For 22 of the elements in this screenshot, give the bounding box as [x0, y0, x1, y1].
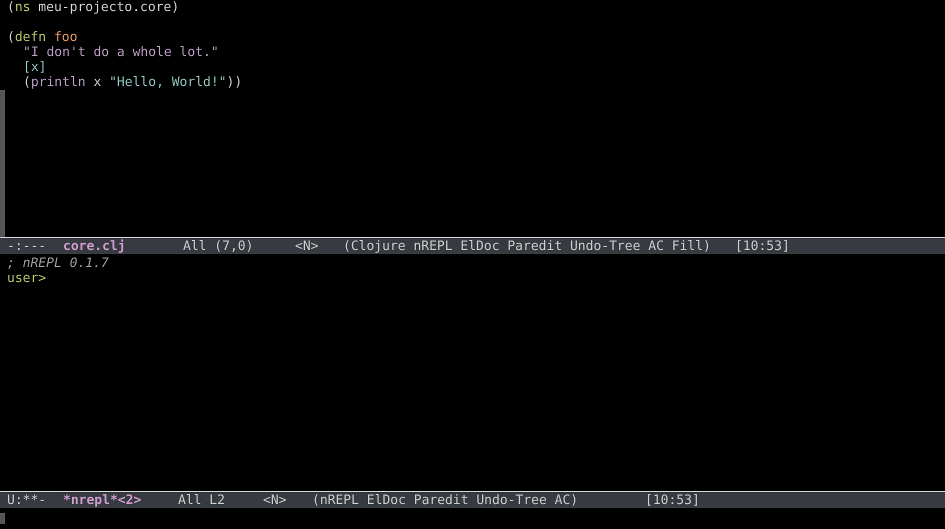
- repl-buffer[interactable]: ; nREPL 0.1.7 user>: [0, 254, 945, 491]
- code-line: (ns meu-projecto.core): [7, 0, 180, 15]
- repl-comment: ; nREPL 0.1.7: [7, 256, 109, 271]
- buffer-name: core.clj: [63, 238, 127, 254]
- clock: [10:53]: [645, 492, 700, 508]
- code-line: (println x "Hello, World!")): [23, 75, 242, 90]
- repl-prompt: user>: [7, 271, 46, 286]
- evil-state: <N>: [263, 492, 288, 508]
- code-editor[interactable]: (ns meu-projecto.core) (defn foo "I don't do a whole lot." [x] (println x "Hello, World!")): [0, 0, 945, 237]
- buffer-name: *nrepl*<2>: [63, 492, 142, 508]
- evil-state: <N>: [295, 238, 320, 254]
- code-line: "I don't do a whole lot.": [23, 45, 219, 60]
- cursor-position: All L2: [178, 492, 226, 508]
- cursor-position: All (7,0): [183, 238, 254, 254]
- minor-modes: (nREPL ElDoc Paredit Undo-Tree AC): [312, 492, 580, 508]
- buffer-status: U:**-: [7, 492, 48, 508]
- buffer-status: -:---: [7, 238, 48, 254]
- clock: [10:53]: [735, 238, 790, 254]
- cursor-icon: [0, 513, 5, 524]
- code-line: [x]: [23, 60, 46, 75]
- minor-modes: (Clojure nREPL ElDoc Paredit Undo-Tree AC Fill): [343, 238, 712, 254]
- code-line: (defn foo: [7, 30, 78, 45]
